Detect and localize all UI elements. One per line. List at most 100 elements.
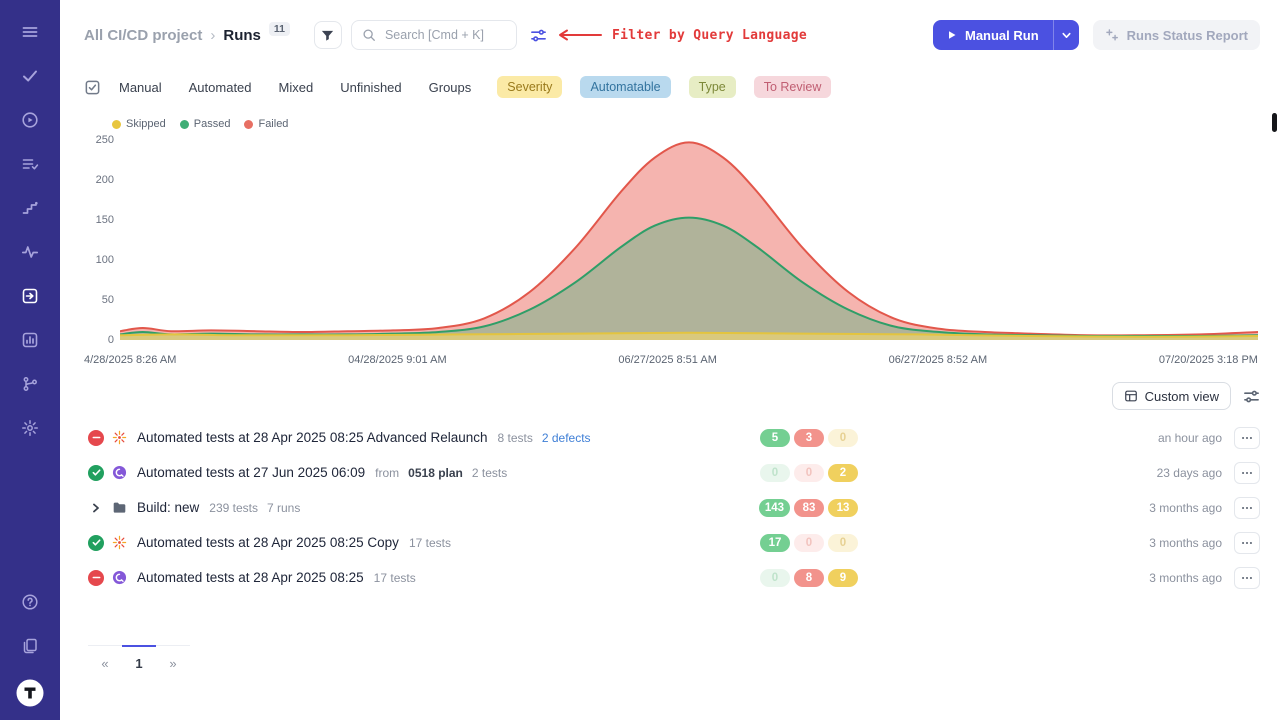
main-content: All CI/CD project › Runs 11 Filter by Qu… — [60, 0, 1280, 720]
y-tick: 200 — [96, 174, 114, 186]
breadcrumb-project[interactable]: All CI/CD project — [84, 27, 202, 44]
count-failed: 0 — [794, 534, 824, 552]
sidebar-menu-icon[interactable] — [8, 10, 52, 54]
legend-skipped: Skipped — [112, 118, 166, 130]
y-tick: 50 — [102, 294, 114, 306]
y-tick: 100 — [96, 254, 114, 266]
tab-automated[interactable]: Automated — [189, 80, 252, 95]
expand-chevron-icon[interactable] — [88, 500, 104, 516]
count-failed: 3 — [794, 429, 824, 447]
filter-tabs: Manual Automated Mixed Unfinished Groups — [119, 80, 471, 95]
view-toolbar: Custom view — [60, 366, 1280, 420]
row-menu-button[interactable] — [1234, 567, 1260, 589]
run-meta-item: 17 tests — [409, 536, 451, 550]
custom-view-button[interactable]: Custom view — [1112, 382, 1231, 410]
run-status-icon — [88, 430, 104, 446]
sidebar-help-icon[interactable] — [8, 580, 52, 624]
page-last-button[interactable]: » — [156, 646, 190, 671]
manual-run-button[interactable]: Manual Run — [933, 20, 1053, 50]
sidebar-gear-icon[interactable] — [8, 406, 52, 450]
area-passed — [120, 218, 1258, 340]
run-title[interactable]: Automated tests at 28 Apr 2025 08:25 Cop… — [137, 535, 399, 550]
count-skipped: 13 — [828, 499, 858, 517]
filter-button[interactable] — [314, 21, 342, 49]
run-counts: 002 — [758, 464, 858, 482]
chip-automatable[interactable]: Automatable — [580, 76, 670, 98]
filter-bar: Manual Automated Mixed Unfinished Groups Sev… — [60, 70, 1280, 106]
run-row[interactable]: Build: new 239 tests7 runs 1438313 3 mon… — [60, 490, 1280, 525]
ellipsis-icon — [1240, 431, 1254, 445]
run-time: 3 months ago — [1149, 501, 1222, 515]
row-menu-button[interactable] — [1234, 532, 1260, 554]
row-menu-button[interactable] — [1234, 462, 1260, 484]
ellipsis-icon — [1240, 501, 1254, 515]
run-meta-item: 17 tests — [374, 571, 416, 585]
query-language-filter-icon[interactable] — [530, 27, 547, 44]
search-input[interactable] — [383, 27, 506, 43]
run-row[interactable]: Automated tests at 28 Apr 2025 08:25 Cop… — [60, 525, 1280, 560]
row-menu-button[interactable] — [1234, 497, 1260, 519]
sidebar-play-circle-icon[interactable] — [8, 98, 52, 142]
app-logo-icon[interactable] — [15, 678, 45, 708]
sidebar-check-icon[interactable] — [8, 54, 52, 98]
ellipsis-icon — [1240, 466, 1254, 480]
y-tick: 0 — [108, 334, 114, 346]
count-failed: 0 — [794, 464, 824, 482]
header: All CI/CD project › Runs 11 Filter by Qu… — [60, 0, 1280, 70]
search-box[interactable] — [351, 20, 517, 50]
run-title[interactable]: Automated tests at 28 Apr 2025 08:25 Adv… — [137, 430, 488, 445]
scrollbar-thumb[interactable] — [1272, 113, 1277, 132]
sidebar-list-check-icon[interactable] — [8, 142, 52, 186]
chip-severity[interactable]: Severity — [497, 76, 562, 98]
tab-manual[interactable]: Manual — [119, 80, 162, 95]
folder-icon — [112, 500, 128, 515]
run-meta: 8 tests 2 defects — [498, 431, 591, 445]
chart-section: SkippedPassedFailed 050100150200250 4/28… — [60, 106, 1280, 366]
run-meta: 17 tests — [374, 571, 416, 585]
x-tick: 06/27/2025 8:52 AM — [889, 354, 987, 366]
run-title[interactable]: Build: new — [137, 500, 199, 515]
chip-type[interactable]: Type — [689, 76, 736, 98]
run-meta-item: 8 tests — [498, 431, 533, 445]
run-row[interactable]: Automated tests at 28 Apr 2025 08:25 17 … — [60, 560, 1280, 595]
sidebar-steps-icon[interactable] — [8, 186, 52, 230]
funnel-icon — [320, 28, 335, 43]
page-first-button[interactable]: « — [88, 646, 122, 671]
count-passed: 143 — [759, 499, 790, 517]
defects-link[interactable]: 2 defects — [542, 431, 591, 445]
manual-run-dropdown-button[interactable] — [1053, 20, 1079, 50]
sidebar-branch-icon[interactable] — [8, 362, 52, 406]
run-meta-item: from — [375, 466, 399, 480]
run-row[interactable]: Automated tests at 28 Apr 2025 08:25 Adv… — [60, 420, 1280, 455]
legend-dot-icon — [112, 120, 121, 129]
sidebar-inbox-arrow-icon[interactable] — [8, 274, 52, 318]
x-tick: 07/20/2025 3:18 PM — [1159, 354, 1258, 366]
chip-to-review[interactable]: To Review — [754, 76, 832, 98]
count-skipped: 2 — [828, 464, 858, 482]
run-counts: 1438313 — [758, 499, 858, 517]
tab-unfinished[interactable]: Unfinished — [340, 80, 401, 95]
grid-view-icon — [1124, 389, 1138, 403]
sidebar-bar-chart-icon[interactable] — [8, 318, 52, 362]
run-title[interactable]: Automated tests at 28 Apr 2025 08:25 — [137, 570, 364, 585]
run-counts: 530 — [758, 429, 858, 447]
runs-status-report-button[interactable]: Runs Status Report — [1093, 20, 1260, 50]
select-all-icon[interactable] — [84, 79, 101, 96]
run-time: an hour ago — [1158, 431, 1222, 445]
sidebar-activity-icon[interactable] — [8, 230, 52, 274]
run-row[interactable]: Automated tests at 27 Jun 2025 06:09 fro… — [60, 455, 1280, 490]
run-time: 3 months ago — [1149, 536, 1222, 550]
view-settings-icon[interactable] — [1243, 388, 1260, 405]
page-1-button[interactable]: 1 — [122, 646, 156, 671]
qase-icon — [112, 465, 128, 480]
row-menu-button[interactable] — [1234, 427, 1260, 449]
run-title[interactable]: Automated tests at 27 Jun 2025 06:09 — [137, 465, 365, 480]
chevron-down-icon — [1061, 30, 1072, 41]
run-status-icon — [88, 570, 104, 586]
run-time: 3 months ago — [1149, 571, 1222, 585]
run-meta: 17 tests — [409, 536, 451, 550]
y-tick: 250 — [96, 134, 114, 146]
tab-mixed[interactable]: Mixed — [279, 80, 314, 95]
tab-groups[interactable]: Groups — [429, 80, 472, 95]
sidebar-docs-icon[interactable] — [8, 624, 52, 668]
